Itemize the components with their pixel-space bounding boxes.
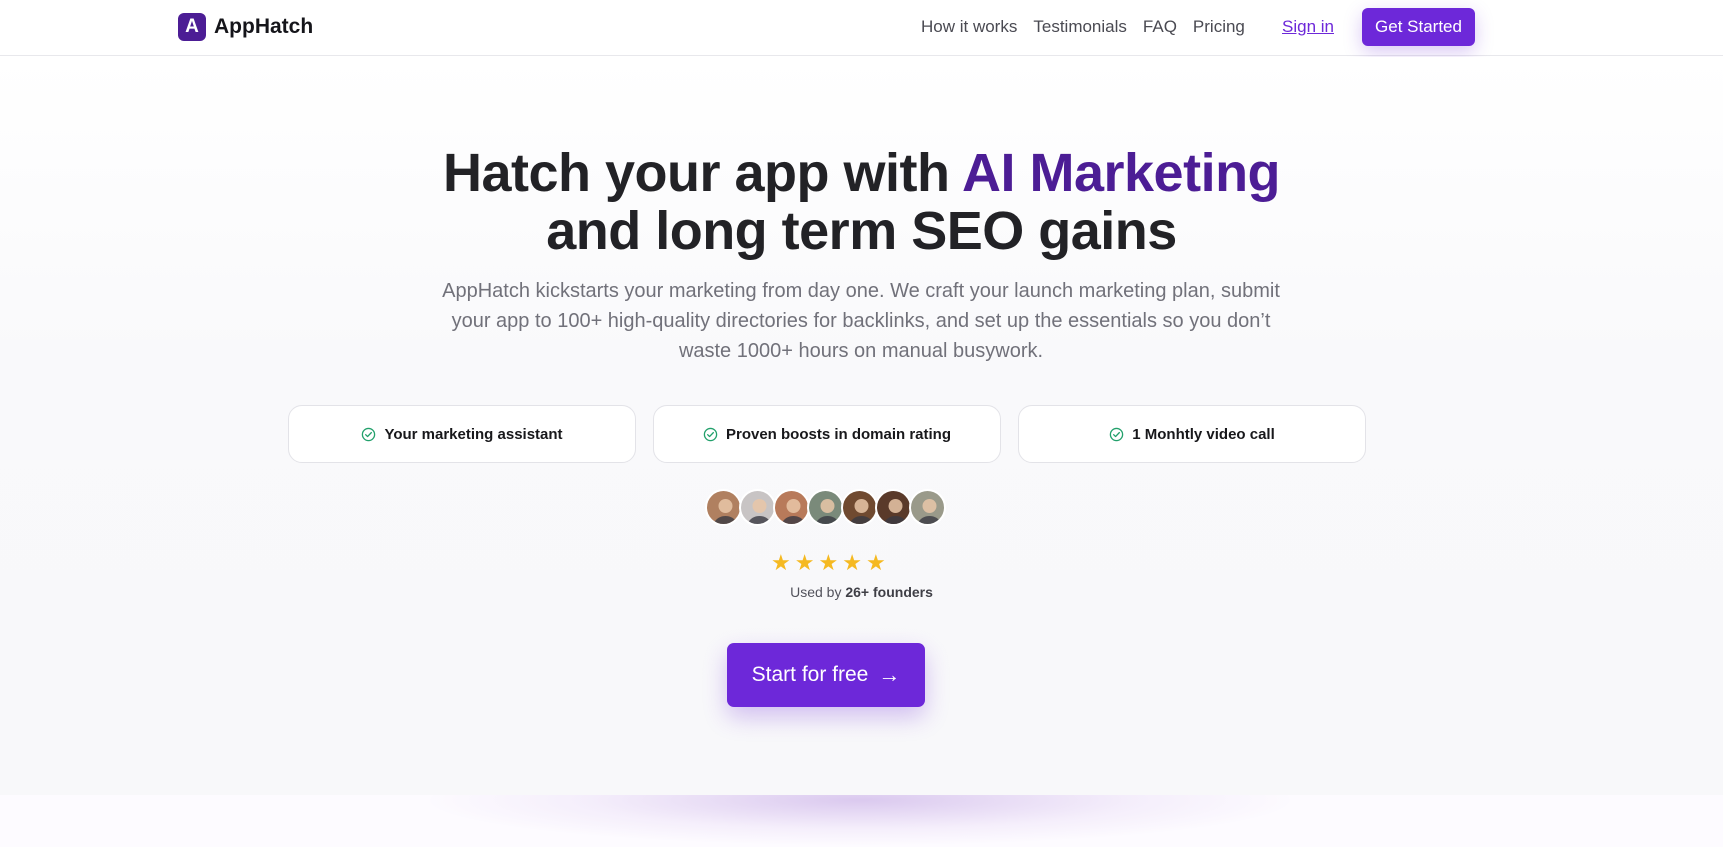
check-circle-icon	[703, 427, 718, 441]
check-circle-icon	[1109, 427, 1124, 441]
founder-avatars	[705, 489, 946, 526]
star-icon: ★	[842, 550, 862, 575]
feature-label: Your marketing assistant	[384, 425, 563, 443]
arrow-right-icon: →	[878, 662, 901, 687]
check-circle-icon	[362, 427, 376, 441]
headline-accent: AI Marketing	[961, 143, 1281, 203]
nav-link-faq[interactable]: FAQ	[1143, 17, 1177, 37]
logo[interactable]: A AppHatch	[178, 13, 313, 41]
nav-link-pricing[interactable]: Pricing	[1193, 17, 1245, 37]
brand-name: AppHatch	[214, 15, 314, 38]
used-by-text: Used by 26+ founders	[0, 584, 1723, 600]
used-by-count: 26+ founders	[845, 584, 933, 600]
star-icon: ★	[771, 550, 791, 575]
hero-section: Hatch your app with AI Marketing and lon…	[0, 57, 1723, 795]
feature-card: Proven boosts in domain rating	[653, 405, 1001, 463]
feature-label: 1 Monhtly video call	[1132, 425, 1275, 443]
feature-card: Your marketing assistant	[288, 405, 636, 463]
used-by-prefix: Used by	[790, 584, 846, 600]
headline-part1: Hatch your app with	[442, 143, 962, 203]
feature-label: Proven boosts in domain rating	[725, 425, 952, 443]
founder-avatar	[841, 489, 878, 526]
star-icon: ★	[865, 550, 886, 575]
founder-avatar	[909, 489, 946, 526]
star-icon: ★	[794, 550, 815, 575]
logo-icon: A	[178, 13, 206, 41]
hero-subtext: AppHatch kickstarts your marketing from …	[442, 280, 1280, 362]
section-divider	[0, 795, 1723, 847]
top-navbar: A AppHatch How it works Testimonials FAQ…	[0, 0, 1723, 56]
founder-avatar	[875, 489, 912, 526]
feature-list: Your marketing assistant Proven boosts i…	[288, 405, 1366, 463]
get-started-button[interactable]: Get Started	[1362, 8, 1475, 46]
cta-label: Start for free	[751, 663, 869, 686]
founder-avatar	[807, 489, 844, 526]
decorative-glow	[430, 795, 1290, 845]
founder-avatar	[705, 489, 742, 526]
sign-in-link[interactable]: Sign in	[1282, 17, 1334, 37]
founder-avatar	[739, 489, 776, 526]
nav-link-testimonials[interactable]: Testimonials	[1033, 17, 1127, 37]
founder-avatar	[773, 489, 810, 526]
nav-link-how-it-works[interactable]: How it works	[921, 17, 1017, 37]
start-for-free-button[interactable]: Start for free →	[727, 643, 925, 707]
nav-links: How it works Testimonials FAQ Pricing	[921, 17, 1245, 37]
rating-stars: ★ ★ ★ ★ ★	[771, 552, 886, 574]
hero-headline: Hatch your app with AI Marketing and lon…	[0, 144, 1723, 260]
star-icon: ★	[818, 550, 839, 575]
feature-card: 1 Monhtly video call	[1018, 405, 1366, 463]
headline-part2: and long term SEO gains	[546, 201, 1177, 261]
